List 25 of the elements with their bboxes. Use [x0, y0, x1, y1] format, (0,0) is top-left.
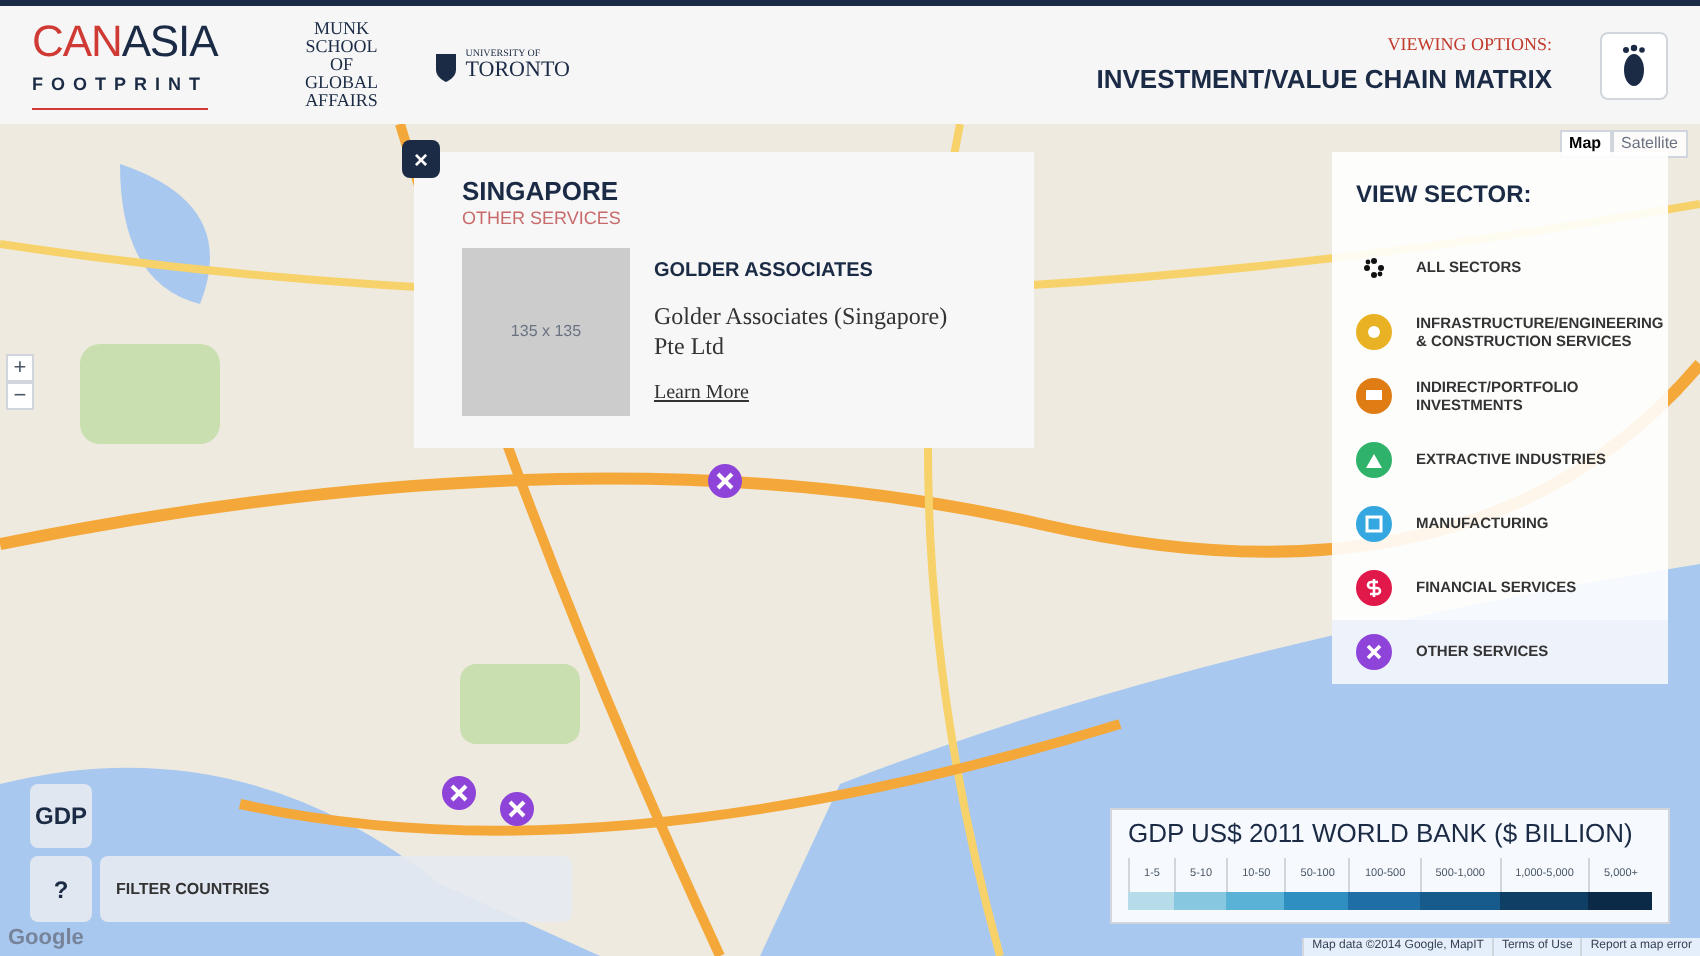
help-button[interactable]: ?: [30, 856, 92, 922]
toronto-label: TORONTO: [465, 59, 570, 81]
learn-more-link[interactable]: Learn More: [654, 377, 749, 407]
map-marker[interactable]: [442, 776, 476, 810]
footprint-button[interactable]: [1600, 31, 1668, 99]
country-title: SINGAPORE: [462, 176, 621, 209]
footprint-icon: [1620, 43, 1648, 87]
company-detail: Golder Associates (Singapore) Pte Ltd: [654, 301, 950, 361]
canasia-logo[interactable]: CANASIA FOOTPRINT: [32, 20, 218, 110]
map-marker[interactable]: [500, 792, 534, 826]
viewing-options-label: VIEWING OPTIONS:: [1387, 32, 1552, 58]
zoom-in-button[interactable]: +: [6, 354, 34, 382]
sector-subtitle: OTHER SERVICES: [462, 208, 623, 231]
zoom-out-button[interactable]: −: [6, 382, 34, 410]
panel-title: VIEW SECTOR:: [1356, 178, 1534, 212]
map-marker[interactable]: [708, 464, 742, 498]
google-logo: Google: [8, 924, 84, 954]
gdp-button[interactable]: GDP: [30, 784, 92, 848]
filter-countries-button[interactable]: FILTER COUNTRIES: [100, 856, 572, 922]
view-mode-title: INVESTMENT/VALUE CHAIN MATRIX: [1096, 61, 1552, 97]
placeholder-size-label: 135 x 135: [510, 319, 582, 343]
legend-title: GDP US$ 2011 WORLD BANK ($ BILLION): [1128, 818, 1635, 851]
munk-logo: MUNK SCHOOL OF GLOBAL AFFAIRS: [303, 20, 380, 110]
company-name: GOLDER ASSOCIATES: [654, 257, 873, 285]
close-button[interactable]: ×: [402, 140, 440, 178]
